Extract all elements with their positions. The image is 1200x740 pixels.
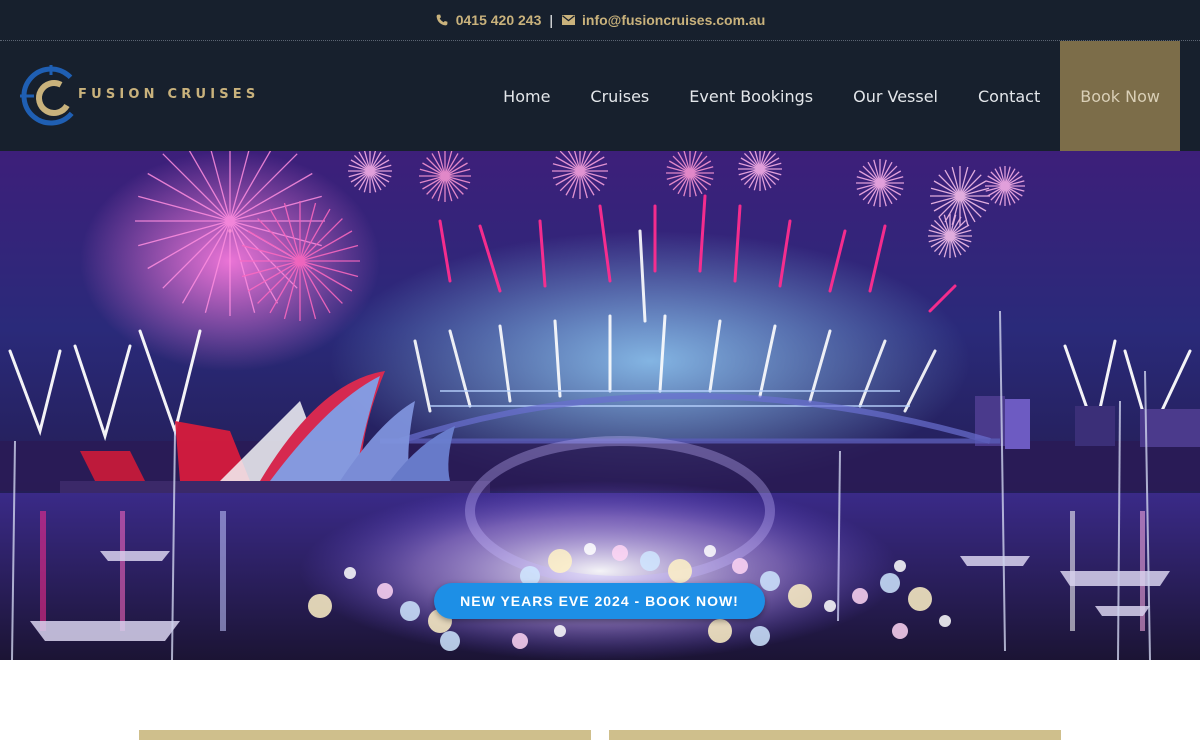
new-years-eve-cta-button[interactable]: NEW YEARS EVE 2024 - BOOK NOW! xyxy=(434,583,765,619)
contact-separator: | xyxy=(549,12,554,28)
hero-banner: NEW YEARS EVE 2024 - BOOK NOW! xyxy=(0,151,1200,660)
nav-cruises[interactable]: Cruises xyxy=(570,41,669,151)
site-header: FUSION CRUISES Home Cruises Event Bookin… xyxy=(0,41,1200,151)
envelope-icon xyxy=(561,13,575,27)
main-nav: Home Cruises Event Bookings Our Vessel C… xyxy=(483,41,1180,151)
feature-card-left[interactable] xyxy=(139,730,591,740)
nav-contact[interactable]: Contact xyxy=(958,41,1060,151)
phone-link[interactable]: 0415 420 243 xyxy=(456,12,542,28)
phone-icon xyxy=(435,13,449,27)
nav-event-bookings[interactable]: Event Bookings xyxy=(669,41,833,151)
book-now-button[interactable]: Book Now xyxy=(1060,41,1180,151)
contact-bar: 0415 420 243 | info@fusioncruises.com.au xyxy=(0,0,1200,41)
email-link[interactable]: info@fusioncruises.com.au xyxy=(582,12,765,28)
logo[interactable]: FUSION CRUISES xyxy=(20,65,255,127)
feature-card-right[interactable] xyxy=(609,730,1061,740)
nav-our-vessel[interactable]: Our Vessel xyxy=(833,41,958,151)
logo-mark-icon xyxy=(20,65,81,126)
nav-home[interactable]: Home xyxy=(483,41,570,151)
logo-wordmark: FUSION CRUISES xyxy=(78,87,260,102)
